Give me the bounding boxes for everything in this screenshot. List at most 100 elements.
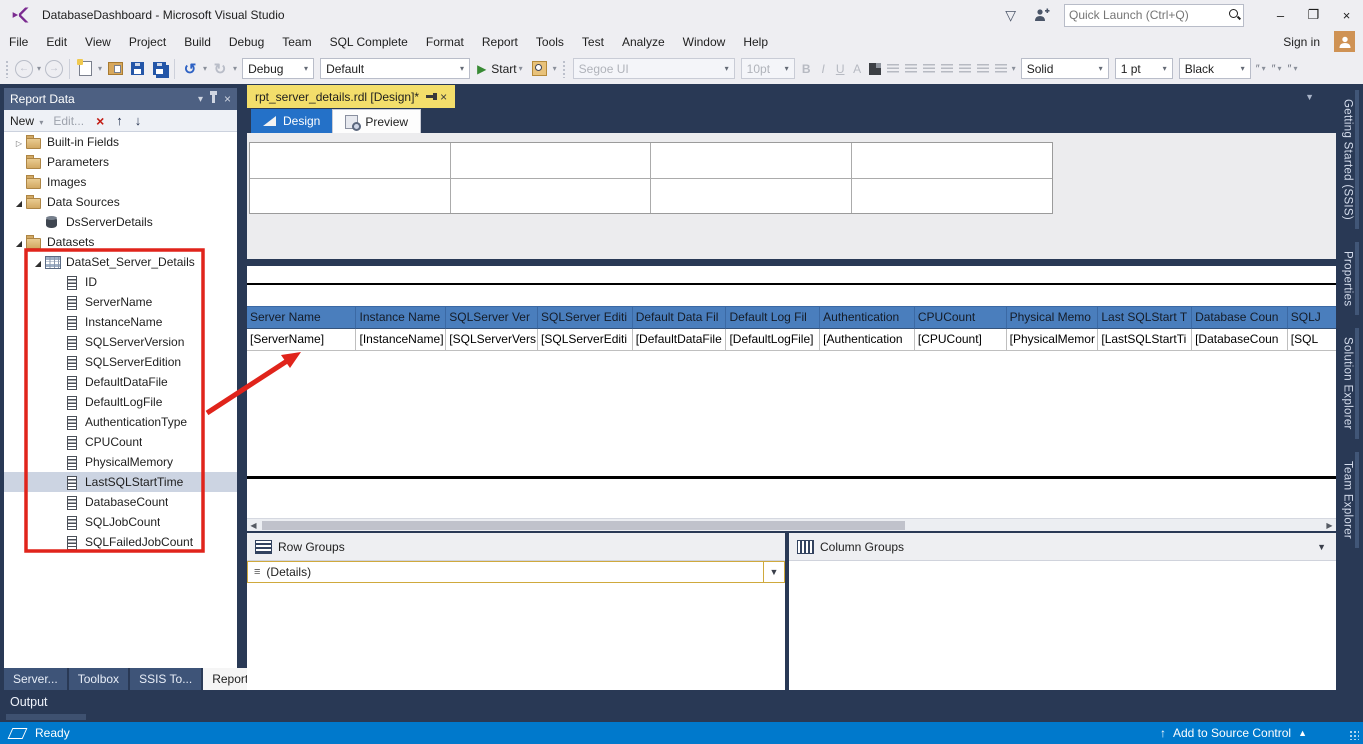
menu-item[interactable]: Help <box>734 32 777 52</box>
tree-item[interactable]: ID <box>4 272 237 292</box>
horizontal-scrollbar[interactable]: ◀ ▶ <box>247 518 1336 531</box>
report-line-item[interactable] <box>247 283 1336 285</box>
italic-button[interactable]: I <box>815 62 832 76</box>
border-picker-button[interactable]: ″ ▾ <box>1288 63 1300 75</box>
grid-cell[interactable] <box>250 179 451 213</box>
menu-item[interactable]: SQL Complete <box>321 32 417 52</box>
delete-icon[interactable]: × <box>96 113 104 129</box>
feedback-icon[interactable] <box>1034 8 1050 22</box>
navigate-back-button[interactable]: ← <box>14 57 34 81</box>
format-overflow-dropdown[interactable]: ▾ <box>1012 64 1016 73</box>
menu-item[interactable]: Edit <box>37 32 76 52</box>
undo-button[interactable]: ↺ <box>180 57 200 81</box>
auto-hide-tool-tab[interactable]: Properties <box>1341 242 1359 316</box>
find-in-code-button[interactable] <box>530 57 550 81</box>
underline-button[interactable]: U <box>832 62 849 76</box>
quick-launch-input[interactable] <box>1065 8 1228 22</box>
add-to-source-control-button[interactable]: ↑ Add to Source Control ▲ <box>1160 726 1307 740</box>
table-value-cell[interactable]: [PhysicalMemor <box>1006 329 1099 351</box>
menu-item[interactable]: Format <box>417 32 473 52</box>
navigate-back-dropdown[interactable]: ▾ <box>37 64 41 73</box>
report-body-pane[interactable]: Server Name Instance Name SQLServer Ver SQL… <box>247 266 1336 518</box>
border-color-combo[interactable]: Black ▾ <box>1178 58 1251 79</box>
move-up-icon[interactable]: ↑ <box>116 113 123 128</box>
tree-item[interactable]: PhysicalMemory <box>4 452 237 472</box>
font-size-combo[interactable]: 10pt ▾ <box>740 58 795 79</box>
view-tab[interactable]: Preview <box>332 109 422 133</box>
tree-expander-icon[interactable] <box>12 135 26 149</box>
grid-cell[interactable] <box>651 179 852 213</box>
grouping-options-dropdown-icon[interactable]: ▼ <box>1317 542 1326 552</box>
align-right-button[interactable] <box>922 64 935 73</box>
move-down-icon[interactable]: ↓ <box>135 113 142 128</box>
tree-expander-icon[interactable] <box>31 255 45 269</box>
redo-button[interactable]: ↻ <box>210 57 230 81</box>
tree-item[interactable]: Data Sources <box>4 192 237 212</box>
start-debug-button[interactable]: ▶ Start ▾ <box>477 62 525 76</box>
tablix-data-region[interactable]: Server Name Instance Name SQLServer Ver SQL… <box>247 306 1336 351</box>
grid-cell[interactable] <box>851 143 1052 179</box>
maximize-button[interactable]: ❐ <box>1297 1 1330 29</box>
table-header-cell[interactable]: Server Name <box>247 306 357 329</box>
table-header-cell[interactable]: Instance Name <box>356 306 447 329</box>
document-pin-icon[interactable] <box>426 95 434 98</box>
table-value-cell[interactable]: [SQLServerVers <box>446 329 539 351</box>
redo-dropdown[interactable]: ▾ <box>233 64 237 73</box>
menu-item[interactable]: Tools <box>527 32 573 52</box>
table-value-cell[interactable]: [LastSQLStartTi <box>1098 329 1193 351</box>
edit-button[interactable]: Edit... <box>53 114 84 128</box>
menu-item[interactable]: Analyze <box>613 32 674 52</box>
add-existing-item-button[interactable] <box>105 57 125 81</box>
table-value-cell[interactable]: [Authentication <box>820 329 915 351</box>
solution-configuration-combo[interactable]: Default ▾ <box>320 58 471 79</box>
table-value-cell[interactable]: [CPUCount] <box>914 329 1007 351</box>
table-header-cell[interactable]: Default Data Fil <box>632 306 727 329</box>
table-header-cell[interactable]: SQLJ <box>1287 306 1336 329</box>
grid-cell[interactable] <box>651 143 852 179</box>
tree-item[interactable]: LastSQLStartTime <box>4 472 237 492</box>
border-style-combo[interactable]: Solid ▾ <box>1020 58 1109 79</box>
toolbar-drag-handle[interactable] <box>561 59 567 78</box>
grouping-pane-divider[interactable] <box>785 533 789 690</box>
toolbar-drag-handle[interactable] <box>5 59 10 78</box>
tree-item[interactable]: DataSet_Server_Details <box>4 252 237 272</box>
table-header-cell[interactable]: Authentication <box>820 306 915 329</box>
tree-item[interactable]: SQLServerEdition <box>4 352 237 372</box>
pin-icon[interactable] <box>209 91 217 103</box>
new-dropdown-button[interactable]: New ▾ <box>10 114 45 128</box>
panel-tab[interactable]: SSIS To... <box>130 668 202 690</box>
grid-cell[interactable] <box>851 179 1052 213</box>
table-value-cell[interactable]: [DefaultLogFile] <box>726 329 821 351</box>
report-data-panel-header[interactable]: Report Data ▾ × <box>4 88 237 110</box>
grid-cell[interactable] <box>450 179 651 213</box>
panel-tab[interactable]: Server... <box>4 668 67 690</box>
details-group-dropdown-icon[interactable]: ▼ <box>763 562 784 582</box>
empty-table-grid[interactable] <box>249 142 1053 214</box>
document-close-icon[interactable]: × <box>440 90 447 104</box>
table-value-cell[interactable]: [DefaultDataFile <box>632 329 727 351</box>
auto-hide-tool-tab[interactable]: Getting Started (SSIS) <box>1341 90 1359 230</box>
scroll-left-arrow-icon[interactable]: ◀ <box>247 519 260 531</box>
menu-item[interactable]: View <box>76 32 120 52</box>
close-button[interactable]: × <box>1330 1 1363 29</box>
grid-cell[interactable] <box>250 143 451 179</box>
table-header-cell[interactable]: Default Log Fil <box>726 306 821 329</box>
debug-target-combo[interactable]: Debug ▾ <box>242 58 315 79</box>
table-header-cell[interactable]: Physical Memo <box>1006 306 1099 329</box>
numbered-list-button[interactable] <box>958 64 971 73</box>
undo-dropdown[interactable]: ▾ <box>203 64 207 73</box>
tree-item[interactable]: DsServerDetails <box>4 212 237 232</box>
save-all-button[interactable] <box>149 57 169 81</box>
menu-item[interactable]: Project <box>120 32 175 52</box>
table-value-cell[interactable]: [SQL <box>1287 329 1336 351</box>
report-line-item[interactable] <box>247 476 1336 479</box>
menu-item[interactable]: Debug <box>220 32 273 52</box>
border-picker-button[interactable]: ″ ▾ <box>1256 63 1268 75</box>
outdent-button[interactable] <box>976 64 989 73</box>
menu-item[interactable]: File <box>0 32 37 52</box>
tree-item[interactable]: AuthenticationType <box>4 412 237 432</box>
table-header-cell[interactable]: SQLServer Editi <box>538 306 633 329</box>
window-position-dropdown-icon[interactable]: ▾ <box>198 94 203 105</box>
table-value-cell[interactable]: [ServerName] <box>247 329 357 351</box>
new-item-button[interactable] <box>75 57 95 81</box>
